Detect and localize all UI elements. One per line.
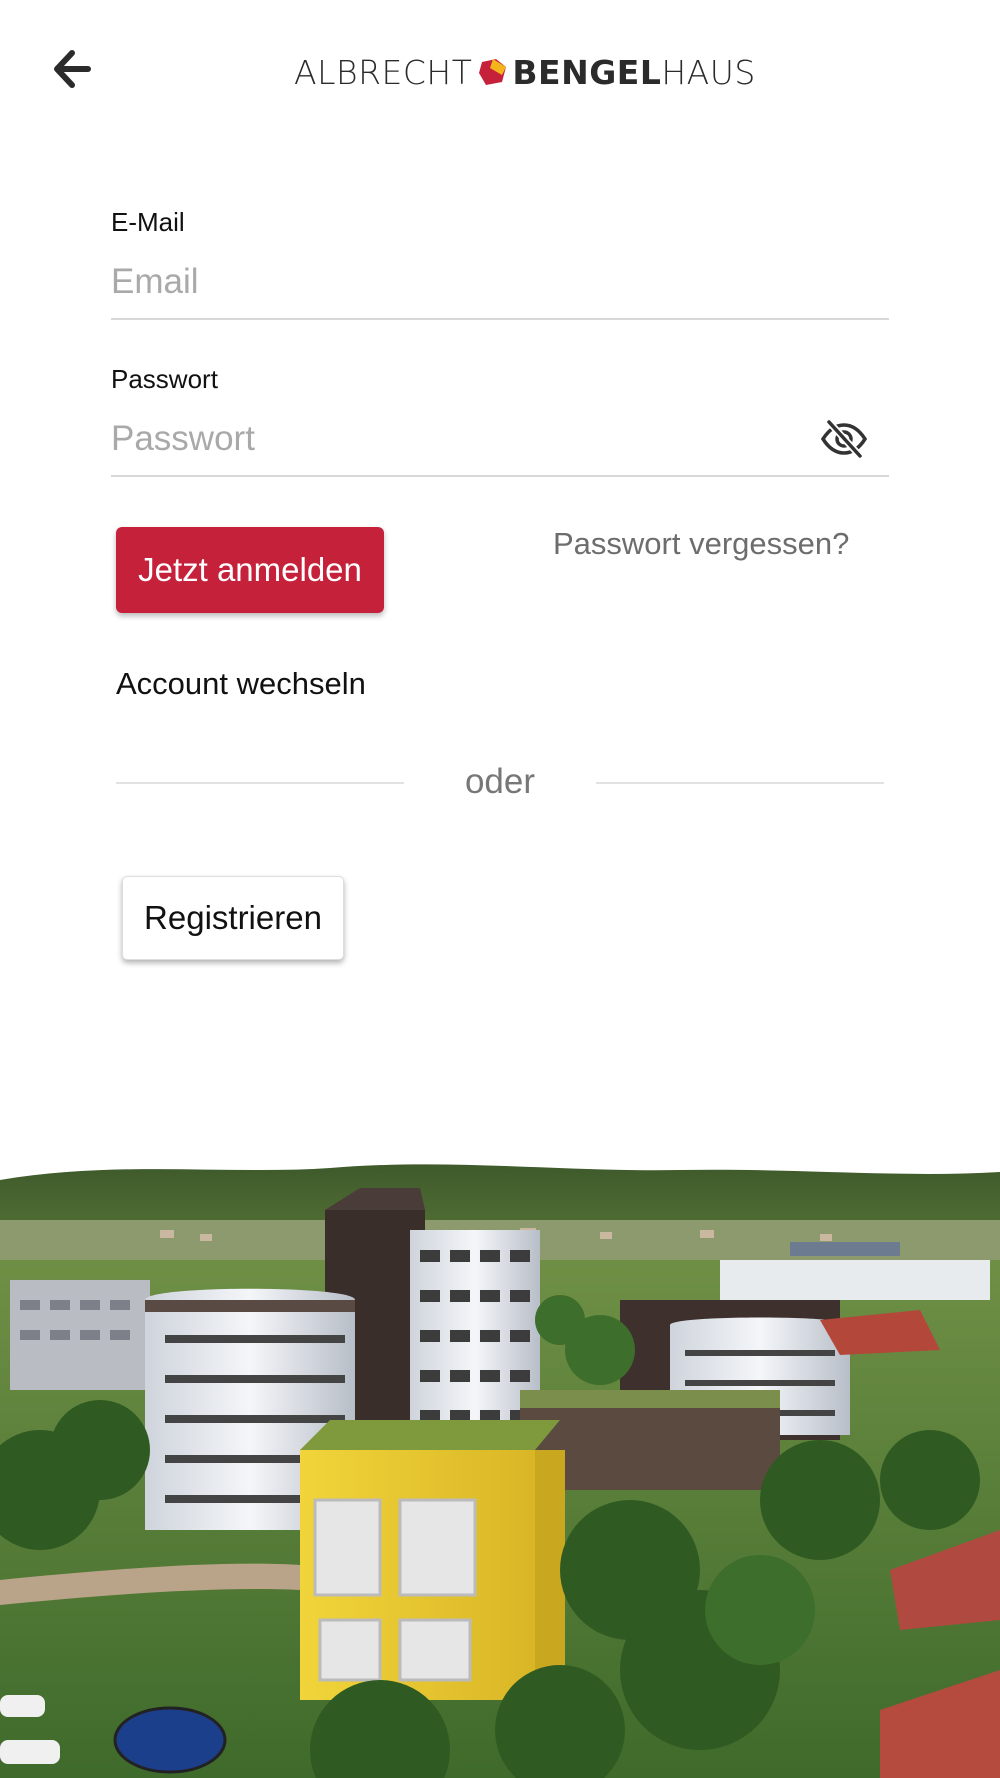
register-button[interactable]: Registrieren [122, 876, 344, 960]
switch-account-link[interactable]: Account wechseln [116, 666, 366, 702]
password-input[interactable] [111, 409, 889, 469]
toggle-password-visibility-button[interactable] [819, 417, 869, 461]
divider-text: oder [464, 762, 536, 801]
forgot-password-link[interactable]: Passwort vergessen? [553, 526, 849, 562]
password-label: Passwort [111, 364, 218, 394]
brand-logo: ALBRECHT BENGEL HAUS [294, 50, 756, 94]
eye-slash-icon [820, 419, 868, 459]
divider-line-right [596, 782, 884, 784]
email-field-group: E-Mail [111, 207, 889, 320]
login-screen: ALBRECHT BENGELHAUS E-Mail Passwort [0, 0, 1000, 1778]
logo-text-part3: HAUS [661, 52, 756, 92]
campus-aerial-photo [0, 1150, 1000, 1778]
email-label: E-Mail [111, 207, 185, 237]
email-input[interactable] [111, 252, 889, 312]
logo-text-part2: BENGEL [512, 52, 662, 92]
email-input-wrapper [111, 252, 889, 320]
logo-text-part1: ALBRECHT [294, 52, 473, 92]
password-field-group: Passwort [111, 364, 889, 477]
logo-mark-icon [478, 58, 508, 86]
back-button[interactable] [44, 44, 100, 94]
divider-line-left [116, 782, 404, 784]
password-input-wrapper [111, 409, 889, 477]
arrow-left-icon [54, 50, 91, 88]
login-button[interactable]: Jetzt anmelden [116, 527, 384, 613]
